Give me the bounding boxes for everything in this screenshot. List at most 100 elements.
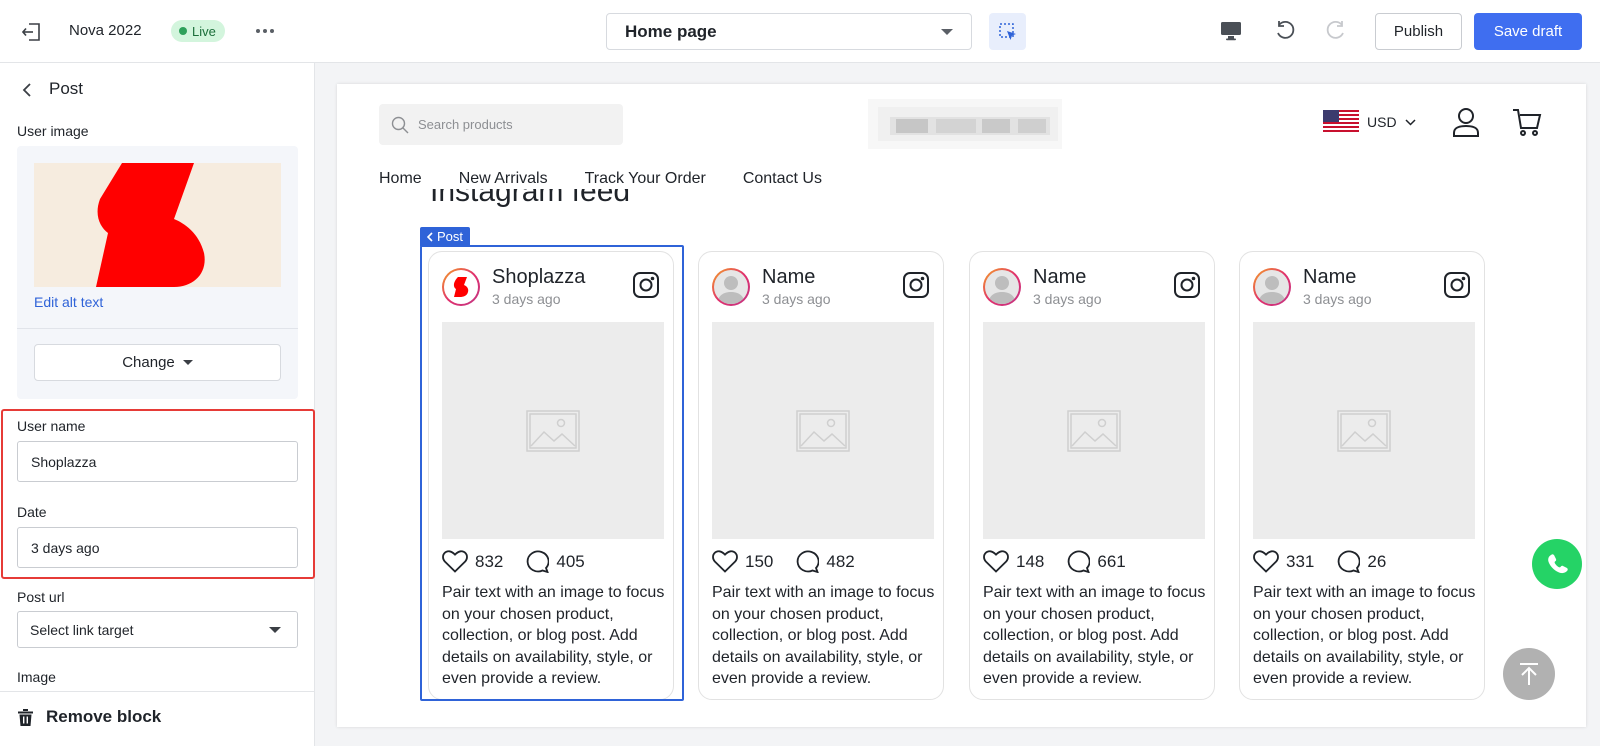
cart-icon[interactable] [1512,107,1542,137]
user-image-preview[interactable] [34,163,281,287]
desktop-view-button[interactable] [1217,17,1245,45]
comment-icon [1338,550,1361,573]
edit-alt-text-link[interactable]: Edit alt text [34,294,103,310]
section-heading: Instagram feed [430,189,630,211]
exit-icon [22,23,40,41]
comment-count: 661 [1097,551,1126,571]
change-image-button[interactable]: Change [34,344,281,381]
user-name-input[interactable] [17,441,298,482]
post-description: Pair text with an image to focus on your… [983,584,1206,687]
chevron-down-icon [269,626,281,633]
select-tool-button[interactable] [989,13,1026,50]
instagram-icon[interactable] [1174,272,1200,298]
chevron-left-icon [22,83,31,97]
more-icon [256,29,274,33]
post-url-label: Post url [17,589,65,605]
image-label: Image [17,669,56,685]
undo-button[interactable] [1271,17,1299,45]
nav-item-home[interactable]: Home [379,170,422,188]
section-heading-text: Instagram feed [430,189,631,208]
top-bar: Nova 2022 Live Home page Publish Save dr… [0,0,1600,63]
more-options-button[interactable] [252,18,278,44]
avatar [1253,268,1291,306]
post-date: 3 days ago [1033,291,1102,307]
like-count: 148 [1016,551,1045,571]
comments[interactable]: 26 [1336,550,1386,573]
redo-button[interactable] [1322,17,1350,45]
post-card[interactable]: Name 3 days ago 331 26 Pair text with an… [1239,251,1485,700]
heart-icon [983,550,1009,573]
store-logo-blurred [868,99,1062,149]
nav-item-contact[interactable]: Contact Us [743,170,822,188]
currency-selector[interactable]: USD [1323,110,1416,134]
currency-label: USD [1367,114,1397,130]
avatar [712,268,750,306]
settings-sidebar: Post User image Edit alt text Change Use… [0,63,315,746]
us-flag-icon [1323,110,1359,134]
whatsapp-button[interactable] [1532,539,1582,589]
user-image-label: User image [17,123,89,139]
instagram-icon[interactable] [1444,272,1470,298]
page-selector-value: Home page [625,21,717,41]
nav-item-new-arrivals[interactable]: New Arrivals [459,170,548,188]
post-username: Name [1033,266,1087,288]
scroll-to-top-button[interactable] [1503,648,1555,700]
likes[interactable]: 331 [1253,550,1314,573]
user-avatar-icon [717,276,745,304]
remove-block-bar: Remove block [0,691,314,746]
post-description: Pair text with an image to focus on your… [712,584,935,687]
instagram-icon[interactable] [903,272,929,298]
post-stats: 331 26 [1253,550,1408,573]
trash-icon [18,708,33,726]
user-name-label: User name [17,418,86,434]
select-tool-icon [998,22,1016,40]
user-image-card: Edit alt text Change [17,146,298,399]
post-username: Name [762,266,816,288]
account-icon[interactable] [1452,107,1480,137]
like-count: 150 [745,551,774,571]
post-date: 3 days ago [762,291,831,307]
store-search-placeholder: Search products [418,117,513,132]
chevron-down-icon [1405,118,1416,126]
post-date: 3 days ago [1303,291,1372,307]
image-placeholder-icon [1337,409,1391,452]
comment-icon [797,550,820,573]
caret-down-icon [182,360,193,365]
post-card[interactable]: Name 3 days ago 150 482 Pair text with a… [698,251,944,700]
comment-icon [1068,550,1091,573]
sidebar-title: Post [49,79,84,98]
exit-button[interactable] [18,20,46,44]
comment-count: 26 [1367,551,1387,571]
chevron-down-icon [941,28,953,35]
store-preview: Search products USD Home New Arrivals Tr… [337,84,1586,727]
post-url-select[interactable]: Select link target [17,611,298,648]
likes[interactable]: 148 [983,550,1044,573]
avatar [983,268,1021,306]
page-selector[interactable]: Home page [606,13,972,50]
search-icon [391,116,409,133]
store-search-input[interactable]: Search products [379,104,623,145]
undo-icon [1277,20,1295,39]
like-count: 331 [1286,551,1315,571]
comments[interactable]: 482 [795,550,855,573]
publish-button[interactable]: Publish [1375,13,1462,50]
change-label: Change [122,354,175,371]
post-stats: 150 482 [712,550,877,573]
remove-block-button[interactable]: Remove block [18,707,161,727]
nav-item-track-order[interactable]: Track Your Order [585,170,706,188]
redo-icon [1326,20,1344,39]
likes[interactable]: 150 [712,550,773,573]
post-username: Name [1303,266,1357,288]
back-button[interactable] [16,79,38,101]
post-description: Pair text with an image to focus on your… [1253,584,1476,687]
image-placeholder-icon [796,409,850,452]
date-label: Date [17,504,47,520]
live-dot-icon [179,27,187,35]
selected-block-tag[interactable]: Post [420,227,471,246]
save-draft-button[interactable]: Save draft [1474,13,1582,50]
shoplazza-logo-image [96,163,205,287]
post-card[interactable]: Name 3 days ago 148 661 Pair text with a… [969,251,1215,700]
chevron-left-icon [427,231,433,242]
comments[interactable]: 661 [1066,550,1126,573]
date-input[interactable] [17,527,298,568]
